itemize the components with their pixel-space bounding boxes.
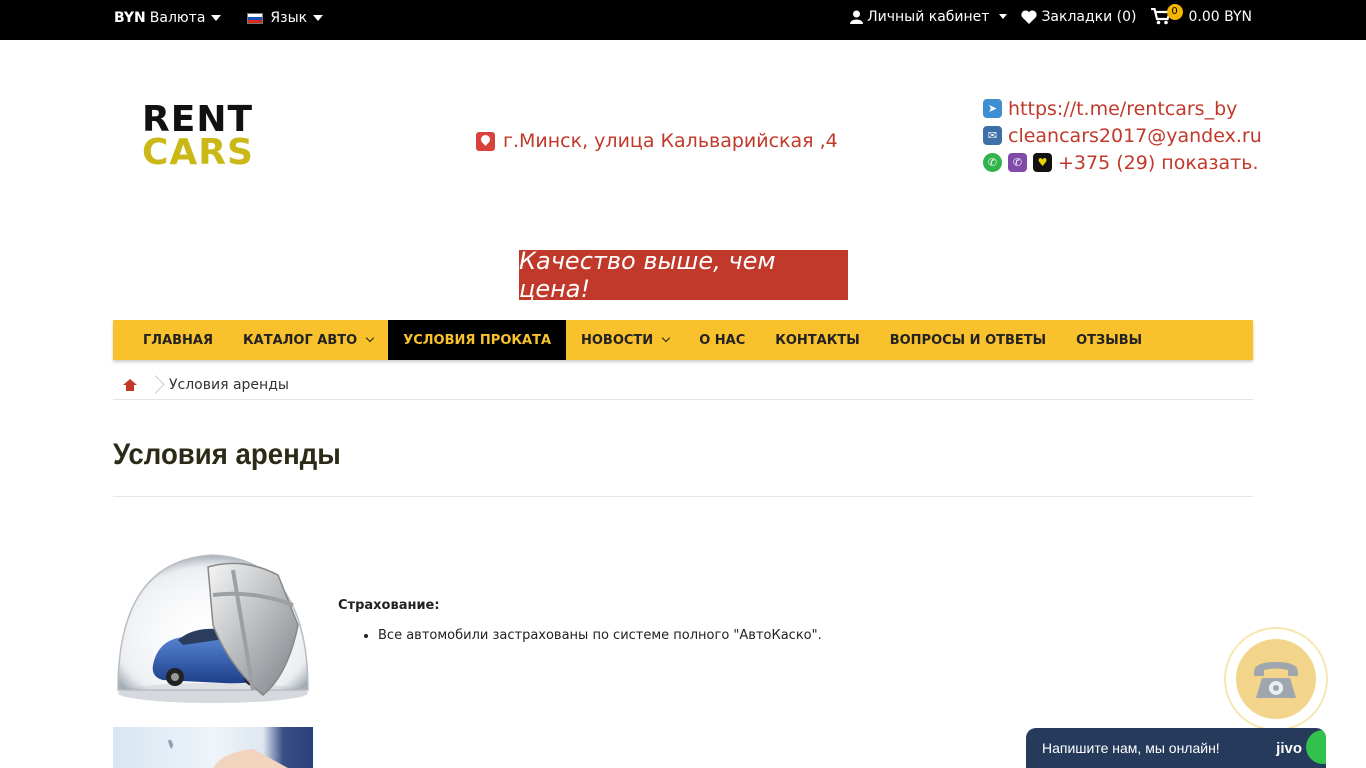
whatsapp-icon[interactable]: ✆ [983, 153, 1002, 172]
account-dropdown[interactable]: Личный кабинет [850, 8, 1008, 25]
email-link[interactable]: cleancars2017@yandex.ru [1008, 125, 1262, 147]
nav-item-catalog[interactable]: КАТАЛОГ АВТО [228, 320, 388, 360]
page-title: Условия аренды [113, 438, 341, 471]
nav-label: О НАС [699, 332, 746, 348]
telegram-link[interactable]: https://t.me/rentcars_by [1008, 98, 1237, 120]
caret-down-icon [211, 15, 222, 21]
nav-label: НОВОСТИ [581, 332, 654, 348]
breadcrumb-separator [149, 374, 161, 396]
address-block: г.Минск, улица Кальварийская ,4 [476, 130, 838, 152]
nav-item-faq[interactable]: ВОПРОСЫ И ОТВЕТЫ [875, 320, 1061, 360]
breadcrumb: Условия аренды [113, 370, 1253, 400]
list-item: Все автомобили застрахованы по системе п… [378, 628, 822, 643]
nav-item-home[interactable]: ГЛАВНАЯ [113, 320, 228, 360]
online-status-icon [1306, 730, 1326, 764]
phone-contact[interactable]: ✆ ✆ ♥ +375 (29) показать. [983, 151, 1262, 174]
keys-photo-icon [168, 739, 288, 768]
caret-down-icon [313, 15, 324, 21]
email-contact[interactable]: ✉ cleancars2017@yandex.ru [983, 124, 1262, 147]
nav-item-reviews[interactable]: ОТЗЫВЫ [1061, 320, 1157, 360]
user-icon [850, 10, 864, 24]
slogan-banner: Качество выше, чем цена! [519, 247, 848, 303]
callback-inner [1236, 639, 1316, 719]
jivo-chat-button[interactable]: Напишите нам, мы онлайн! jivo [1026, 728, 1326, 768]
heart-app-icon[interactable]: ♥ [1033, 153, 1052, 172]
nav-label: КАТАЛОГ АВТО [243, 332, 358, 348]
site-logo[interactable]: RENT CARS [142, 101, 287, 174]
chevron-down-icon [661, 333, 671, 343]
nav-label: ГЛАВНАЯ [143, 332, 214, 348]
contacts-block: ➤ https://t.me/rentcars_by ✉ cleancars20… [983, 97, 1262, 174]
map-pin-icon [476, 131, 495, 151]
account-label: Личный кабинет [867, 8, 990, 25]
chevron-down-icon [365, 333, 375, 343]
chat-prompt-text: Напишите нам, мы онлайн! [1042, 740, 1220, 756]
language-label: Язык [270, 10, 308, 26]
nav-label: ОТЗЫВЫ [1076, 332, 1143, 348]
currency-code: BYN [114, 10, 146, 26]
nav-item-about[interactable]: О НАС [684, 320, 760, 360]
main-navigation: ГЛАВНАЯ КАТАЛОГ АВТО УСЛОВИЯ ПРОКАТА НОВ… [113, 320, 1253, 360]
language-dropdown[interactable]: Язык [247, 10, 324, 26]
nav-label: КОНТАКТЫ [775, 332, 860, 348]
currency-label: Валюта [149, 10, 206, 26]
insurance-list: Все автомобили застрахованы по системе п… [378, 628, 822, 643]
cart-total: 0.00 BYN [1188, 8, 1253, 25]
nav-item-news[interactable]: НОВОСТИ [566, 320, 684, 360]
insurance-label: Страхование: [338, 598, 440, 613]
caret-down-icon [999, 14, 1008, 19]
viber-icon[interactable]: ✆ [1008, 153, 1027, 172]
heart-icon [1021, 9, 1038, 24]
telegram-contact[interactable]: ➤ https://t.me/rentcars_by [983, 97, 1262, 120]
insurance-car-image [117, 554, 309, 703]
phone-show-link[interactable]: +375 (29) показать. [1058, 152, 1258, 174]
keys-handover-image [113, 727, 313, 768]
nav-item-rental-terms[interactable]: УСЛОВИЯ ПРОКАТА [388, 320, 566, 360]
jivo-brand-label: jivo [1276, 740, 1302, 757]
wishlist-label: Закладки (0) [1041, 8, 1137, 25]
address-text: г.Минск, улица Кальварийская ,4 [503, 130, 838, 152]
currency-dropdown[interactable]: BYN Валюта [114, 10, 222, 26]
home-icon[interactable] [123, 378, 137, 391]
nav-label: УСЛОВИЯ ПРОКАТА [403, 332, 551, 348]
breadcrumb-current: Условия аренды [169, 376, 289, 393]
title-divider [113, 496, 1253, 497]
wishlist-link[interactable]: Закладки (0) [1021, 8, 1137, 25]
nav-label: ВОПРОСЫ И ОТВЕТЫ [889, 332, 1047, 348]
envelope-icon: ✉ [983, 126, 1002, 145]
top-bar: BYN Валюта Язык Личный кабинет Закладки … [0, 0, 1366, 40]
phone-icon [1254, 662, 1298, 698]
cart-count-badge: 0 [1166, 4, 1183, 20]
nav-item-contacts[interactable]: КОНТАКТЫ [760, 320, 874, 360]
telegram-icon: ➤ [983, 99, 1002, 118]
cart-button[interactable]: 0 0.00 BYN [1150, 4, 1253, 25]
logo-line-2: CARS [142, 132, 254, 174]
callback-widget-button[interactable] [1224, 627, 1328, 731]
russia-flag-icon [247, 12, 264, 24]
